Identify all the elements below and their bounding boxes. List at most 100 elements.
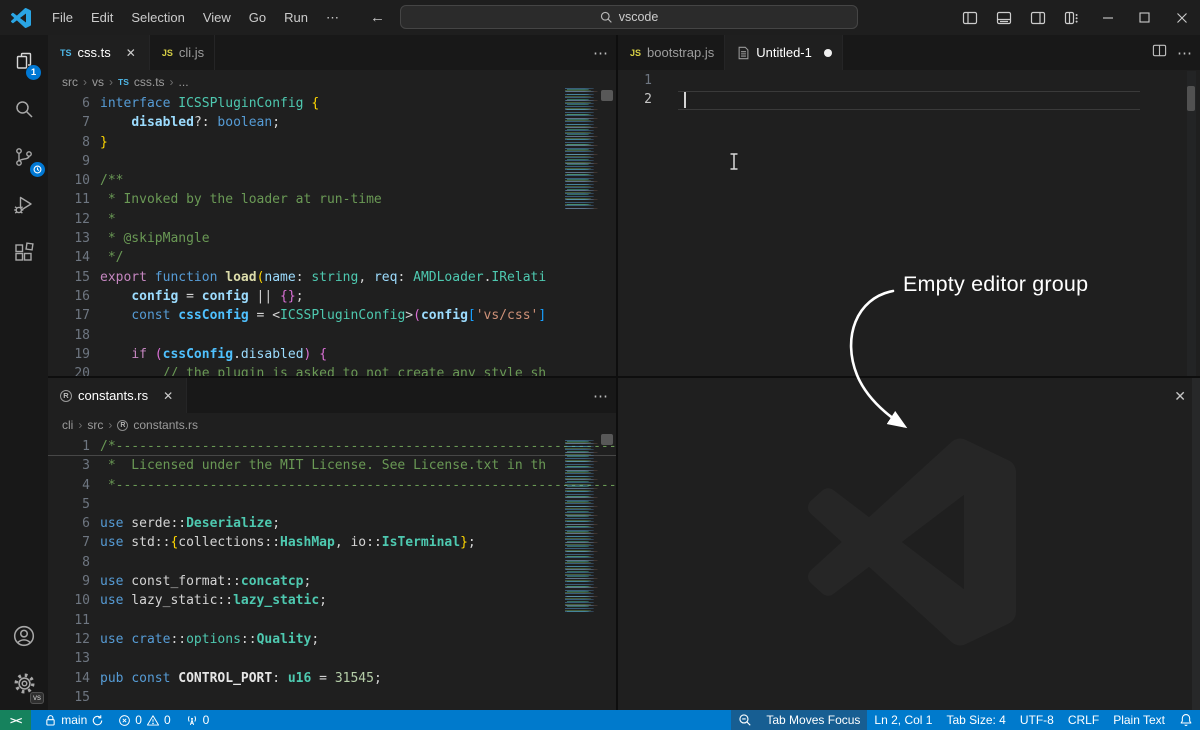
breadcrumb-item[interactable]: constants.rs — [133, 418, 198, 432]
split-editor-icon[interactable] — [1152, 43, 1167, 62]
code-line[interactable]: 8} — [48, 133, 616, 152]
minimap[interactable] — [565, 440, 600, 613]
eol-sequence[interactable]: CRLF — [1061, 710, 1106, 730]
toggle-secondary-sidebar-icon[interactable] — [1021, 0, 1055, 35]
settings-gear-icon[interactable]: vs — [0, 660, 48, 706]
notifications-bell[interactable] — [1172, 710, 1200, 730]
code-line[interactable]: 10/** — [48, 171, 616, 190]
breadcrumb-item[interactable]: ... — [179, 75, 189, 89]
unsaved-changes-dot[interactable] — [824, 49, 832, 57]
breadcrumb-item[interactable]: vs — [92, 75, 104, 89]
code-line[interactable]: 4 *-------------------------------------… — [48, 476, 616, 495]
toggle-panel-icon[interactable] — [987, 0, 1021, 35]
tab-untitled-1[interactable]: Untitled-1 — [725, 35, 843, 70]
code-line[interactable]: 9use const_format::concatcp; — [48, 572, 616, 591]
breadcrumb-item[interactable]: src — [62, 75, 78, 89]
customize-layout-icon[interactable] — [1055, 0, 1089, 35]
tab-bootstrap-js[interactable]: JS bootstrap.js — [618, 35, 725, 70]
code-line[interactable]: 3 * Licensed under the MIT License. See … — [48, 456, 616, 475]
explorer-icon[interactable]: 1 — [0, 39, 48, 85]
menu-selection[interactable]: Selection — [122, 6, 193, 29]
code-editor-untitled[interactable]: 12 — [618, 71, 1200, 376]
breadcrumb-item[interactable]: cli — [62, 418, 73, 432]
breadcrumb-item[interactable]: css.ts — [134, 75, 165, 89]
more-actions-icon[interactable]: ⋯ — [1177, 44, 1192, 62]
screencast-zoom-icon-item[interactable] — [731, 710, 759, 730]
minimize-button[interactable] — [1089, 0, 1126, 35]
encoding[interactable]: UTF-8 — [1013, 710, 1061, 730]
cursor-position[interactable]: Ln 2, Col 1 — [867, 710, 939, 730]
close-tab-icon[interactable]: ✕ — [160, 388, 176, 404]
code-line[interactable]: 13 — [48, 649, 616, 668]
toggle-primary-sidebar-icon[interactable] — [953, 0, 987, 35]
close-tab-icon[interactable]: ✕ — [123, 45, 139, 61]
editor-group-divider-horizontal[interactable] — [48, 376, 1200, 378]
code-line[interactable]: 11 * Invoked by the loader at run-time — [48, 190, 616, 209]
code-line[interactable]: 1/*-------------------------------------… — [48, 437, 616, 456]
code-line[interactable]: 15 — [48, 688, 616, 707]
code-line[interactable]: 17 const cssConfig = <ICSSPluginConfig>(… — [48, 306, 616, 325]
scrollbar-track[interactable] — [1187, 71, 1196, 376]
tab-css-ts[interactable]: TS css.ts ✕ — [48, 35, 150, 70]
breadcrumb-item[interactable]: src — [87, 418, 103, 432]
code-line[interactable]: 18 — [48, 326, 616, 345]
vertical-scrollbar[interactable] — [601, 90, 613, 101]
branch-status[interactable]: main — [37, 710, 111, 730]
code-line[interactable]: 15export function load(name: string, req… — [48, 268, 616, 287]
close-window-button[interactable] — [1163, 0, 1200, 35]
vertical-scrollbar[interactable] — [601, 434, 613, 445]
maximize-button[interactable] — [1126, 0, 1163, 35]
problems-status[interactable]: 0 0 — [111, 710, 177, 730]
line-number: 15 — [48, 268, 100, 287]
code-line[interactable]: 7use std::{collections::HashMap, io::IsT… — [48, 533, 616, 552]
more-actions-icon[interactable]: ⋯ — [593, 44, 608, 62]
menu-go[interactable]: Go — [240, 6, 275, 29]
account-icon[interactable] — [0, 613, 48, 659]
minimap[interactable] — [565, 88, 600, 209]
code-line[interactable]: 9 — [48, 152, 616, 171]
menu-file[interactable]: File — [43, 6, 82, 29]
back-icon[interactable]: ← — [370, 9, 385, 26]
language-mode[interactable]: Plain Text — [1106, 710, 1172, 730]
code-line[interactable]: 1 — [618, 71, 1200, 90]
scrollbar-track[interactable] — [1192, 378, 1200, 710]
command-center-search[interactable]: vscode — [400, 5, 858, 29]
code-line[interactable]: 5 — [48, 495, 616, 514]
menu-more[interactable]: ⋯ — [317, 6, 348, 30]
code-editor-constants-rs[interactable]: 1/*-------------------------------------… — [48, 437, 616, 710]
ports-status[interactable]: 0 — [178, 710, 217, 730]
remote-indicator[interactable]: >< — [0, 710, 31, 730]
tab-cli-js[interactable]: JS cli.js — [150, 35, 215, 70]
code-line[interactable]: 14pub const CONTROL_PORT: u16 = 31545; — [48, 669, 616, 688]
menu-edit[interactable]: Edit — [82, 6, 122, 29]
editor-group-divider-vertical[interactable] — [616, 35, 618, 710]
code-editor-css-ts[interactable]: 6interface ICSSPluginConfig {7 disabled?… — [48, 94, 616, 376]
code-line[interactable]: 7 disabled?: boolean; — [48, 113, 616, 132]
close-group-icon[interactable]: ✕ — [1174, 388, 1186, 405]
tab-moves-focus-indicator[interactable]: Tab Moves Focus — [759, 710, 867, 730]
line-number: 13 — [48, 649, 100, 668]
code-line[interactable]: 19 if (cssConfig.disabled) { — [48, 345, 616, 364]
menu-view[interactable]: View — [194, 6, 240, 29]
tab-constants-rs[interactable]: R constants.rs ✕ — [48, 378, 187, 413]
code-text: /** — [100, 171, 616, 190]
code-line[interactable]: 11 — [48, 611, 616, 630]
code-line[interactable]: 14 */ — [48, 248, 616, 267]
more-actions-icon[interactable]: ⋯ — [593, 387, 608, 405]
indentation[interactable]: Tab Size: 4 — [939, 710, 1012, 730]
code-line[interactable]: 13 * @skipMangle — [48, 229, 616, 248]
code-line[interactable]: 20 // the plugin is asked to not create … — [48, 364, 616, 376]
code-line[interactable]: 6use serde::Deserialize; — [48, 514, 616, 533]
code-line[interactable]: 8 — [48, 553, 616, 572]
extensions-icon[interactable] — [0, 230, 48, 276]
menu-run[interactable]: Run — [275, 6, 317, 29]
code-line[interactable]: 10use lazy_static::lazy_static; — [48, 591, 616, 610]
source-control-icon[interactable] — [0, 134, 48, 180]
code-line[interactable]: 16 config = config || {}; — [48, 287, 616, 306]
code-line[interactable]: 12 * — [48, 210, 616, 229]
code-line[interactable]: 12use crate::options::Quality; — [48, 630, 616, 649]
vertical-scrollbar[interactable] — [1187, 86, 1195, 111]
search-sidebar-icon[interactable] — [0, 86, 48, 132]
code-line[interactable]: 6interface ICSSPluginConfig { — [48, 94, 616, 113]
run-debug-icon[interactable] — [0, 182, 48, 228]
